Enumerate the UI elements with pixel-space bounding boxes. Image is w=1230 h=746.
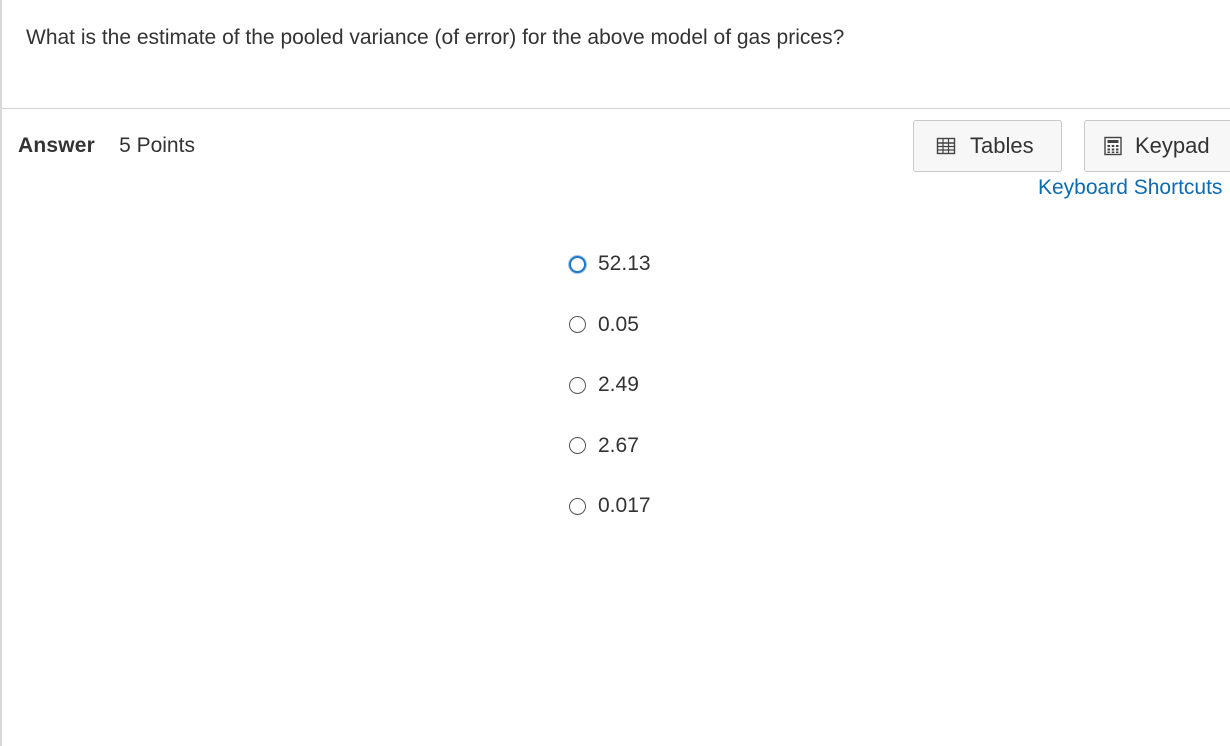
radio-button[interactable] [569,437,586,454]
answer-option[interactable]: 0.05 [569,311,651,339]
tables-button[interactable]: Tables [913,120,1062,172]
question-panel: What is the estimate of the pooled varia… [2,0,1230,109]
radio-button[interactable] [569,255,586,273]
answer-option[interactable]: 2.49 [569,371,651,399]
answer-option[interactable]: 0.017 [569,492,651,520]
points-label: 5 Points [119,134,195,157]
radio-button[interactable] [569,376,586,394]
radio-button[interactable] [569,497,586,515]
radio-button[interactable] [569,316,586,333]
keypad-button-label: Keypad [1135,133,1210,158]
answer-header: Answer 5 Points [18,134,195,158]
option-label: 2.49 [598,373,639,396]
calculator-icon [1103,136,1123,156]
answer-option[interactable]: 2.67 [569,432,651,460]
answer-option[interactable]: 52.13 [569,250,651,278]
answer-options: 52.13 0.05 2.49 2.67 0.017 [569,250,651,553]
question-text: What is the estimate of the pooled varia… [26,26,845,49]
answer-label: Answer [18,134,96,157]
keyboard-shortcuts-link[interactable]: Keyboard Shortcuts [1038,176,1222,200]
option-label: 0.05 [598,312,639,336]
option-label: 2.67 [598,433,639,457]
keypad-button[interactable]: Keypad [1084,120,1230,172]
option-label: 0.017 [598,494,651,517]
option-label: 52.13 [598,252,651,275]
question-page: What is the estimate of the pooled varia… [0,0,1230,746]
table-icon [936,136,956,156]
tables-button-label: Tables [970,133,1034,158]
